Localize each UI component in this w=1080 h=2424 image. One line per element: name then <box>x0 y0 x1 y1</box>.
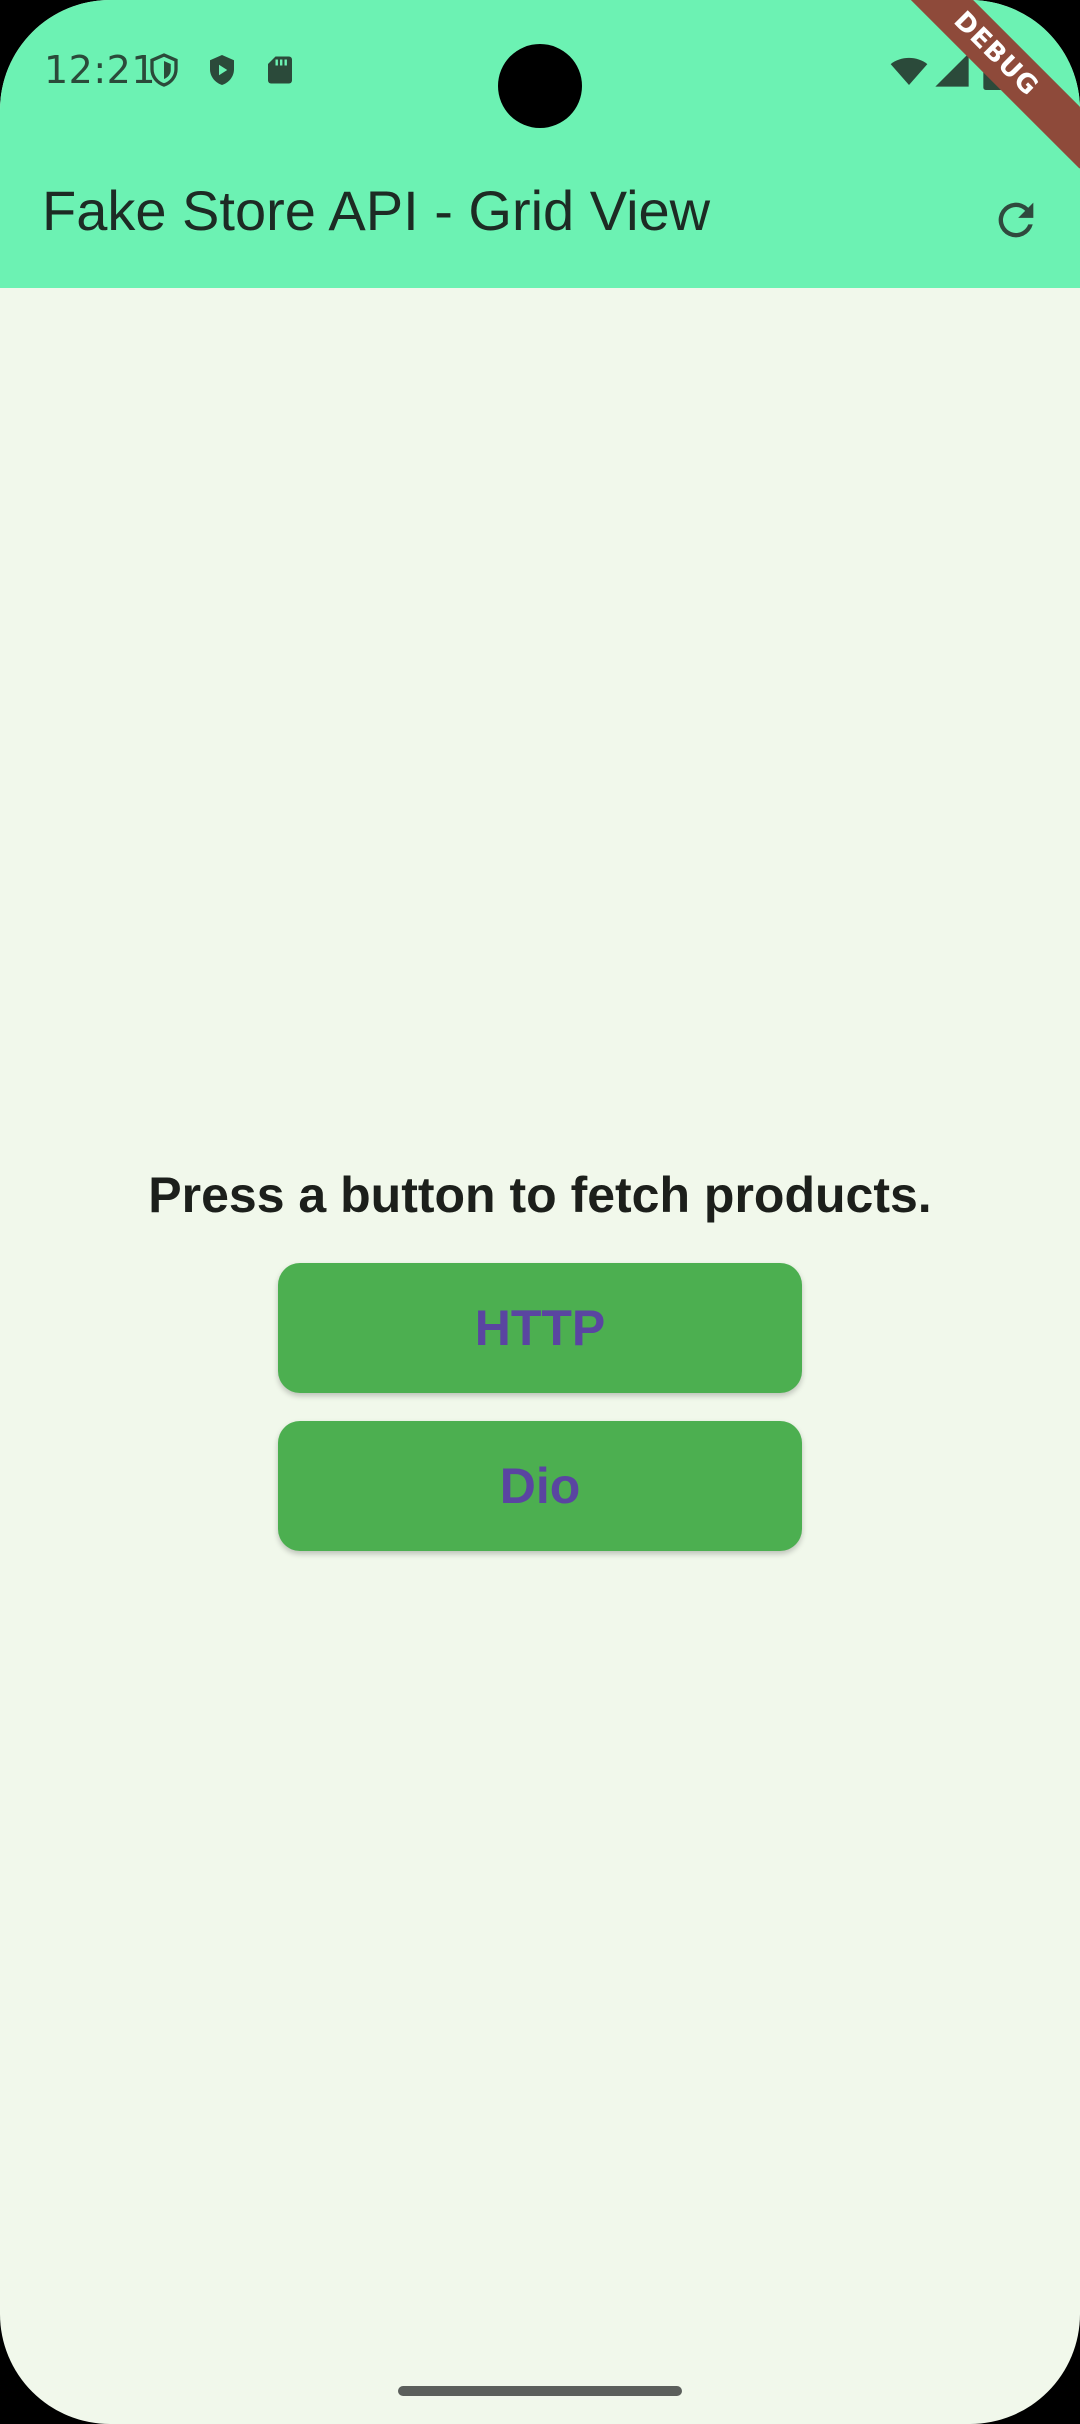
http-button-label: HTTP <box>474 1300 606 1356</box>
home-indicator[interactable] <box>398 2386 682 2396</box>
shield-play-icon <box>204 52 240 88</box>
page-title: Fake Store API - Grid View <box>42 179 711 242</box>
status-time: 12:21 <box>44 48 157 92</box>
refresh-icon <box>990 194 1042 246</box>
app-screen: 12:21 DEBUG Fake Store API - Grid View P… <box>0 0 1080 2424</box>
sd-card-icon <box>262 52 298 88</box>
refresh-button[interactable] <box>980 184 1052 256</box>
app-bar: 12:21 DEBUG Fake Store API - Grid View <box>0 0 1080 288</box>
fetch-prompt-text: Press a button to fetch products. <box>148 1167 932 1223</box>
shield-outline-icon <box>146 52 182 88</box>
dio-button-label: Dio <box>499 1458 581 1514</box>
wifi-icon <box>888 50 930 90</box>
status-bar: 12:21 DEBUG <box>0 0 1080 169</box>
front-camera <box>498 44 582 128</box>
http-button[interactable]: HTTP <box>278 1263 802 1393</box>
dio-button[interactable]: Dio <box>278 1421 802 1551</box>
